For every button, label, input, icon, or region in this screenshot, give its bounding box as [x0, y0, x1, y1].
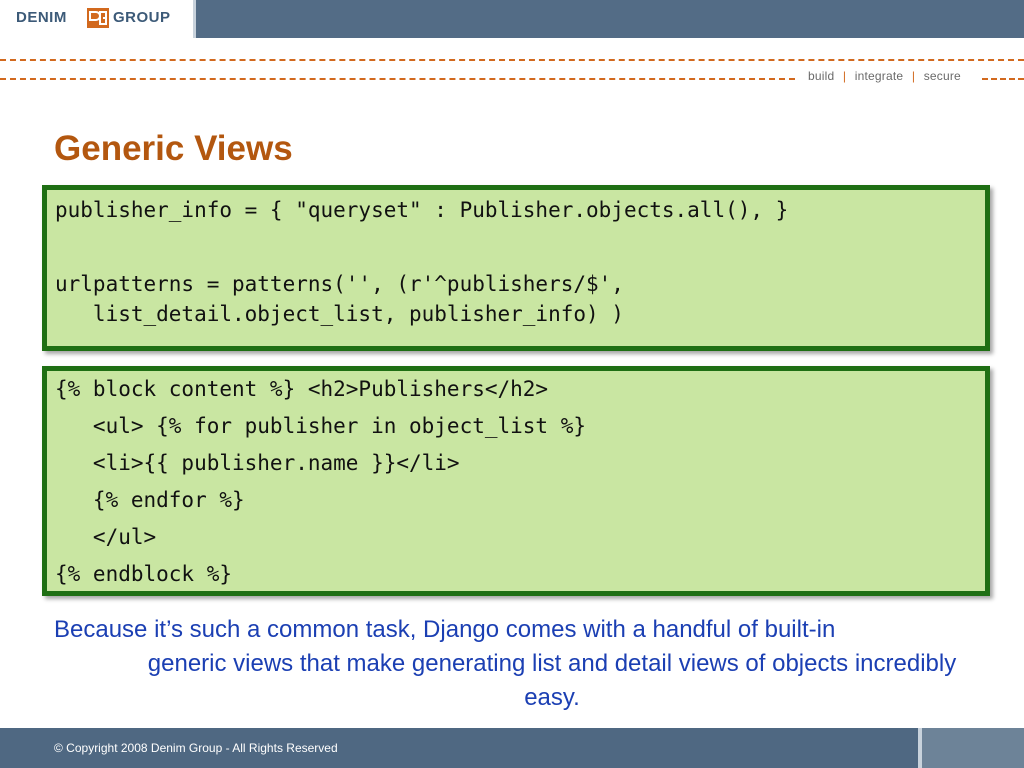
- footer-end-block: [922, 728, 1024, 768]
- slide-description: Because it’s such a common task, Django …: [54, 613, 984, 715]
- code-line: <li>{{ publisher.name }}</li>: [55, 451, 460, 475]
- code-line: {% block content %} <h2>Publishers</h2>: [55, 377, 549, 401]
- tagline-item-build: build: [808, 69, 835, 83]
- decorative-dashed-line: [982, 78, 1024, 80]
- code-line: urlpatterns = patterns('', (r'^publisher…: [55, 272, 624, 296]
- code-line: {% endblock %}: [55, 562, 233, 586]
- code-line: {% endfor %}: [55, 488, 245, 512]
- header-bar: DENIM GROUP: [0, 0, 1024, 38]
- tagline-separator: |: [842, 69, 847, 83]
- tagline-separator: |: [911, 69, 916, 83]
- logo-text-denim: DENIM: [16, 9, 67, 26]
- code-block-template: {% block content %} <h2>Publishers</h2> …: [42, 366, 990, 596]
- slide-title: Generic Views: [54, 129, 293, 168]
- denim-group-logo-mark-icon: [87, 8, 109, 28]
- code-line: publisher_info = { "queryset" : Publishe…: [55, 198, 789, 222]
- description-first-line: Because it’s such a common task, Django …: [54, 616, 836, 643]
- tagline: build | integrate | secure: [808, 69, 961, 83]
- description-continuation: generic views that make generating list …: [147, 650, 957, 711]
- copyright-text: © Copyright 2008 Denim Group - All Right…: [54, 741, 338, 755]
- decorative-dashed-line: [0, 59, 1024, 61]
- tagline-item-secure: secure: [923, 69, 961, 83]
- decorative-dashed-line: [0, 78, 795, 80]
- code-line: </ul>: [55, 525, 157, 549]
- footer-main: © Copyright 2008 Denim Group - All Right…: [0, 728, 918, 768]
- tagline-item-integrate: integrate: [854, 69, 904, 83]
- header-bar-fill: [196, 0, 1024, 38]
- company-logo: DENIM GROUP: [0, 0, 196, 38]
- code-line: list_detail.object_list, publisher_info)…: [55, 302, 624, 326]
- footer-bar: © Copyright 2008 Denim Group - All Right…: [0, 728, 1024, 768]
- logo-text-group: GROUP: [113, 9, 171, 26]
- code-line: <ul> {% for publisher in object_list %}: [55, 414, 587, 438]
- code-block-urlconf: publisher_info = { "queryset" : Publishe…: [42, 185, 990, 351]
